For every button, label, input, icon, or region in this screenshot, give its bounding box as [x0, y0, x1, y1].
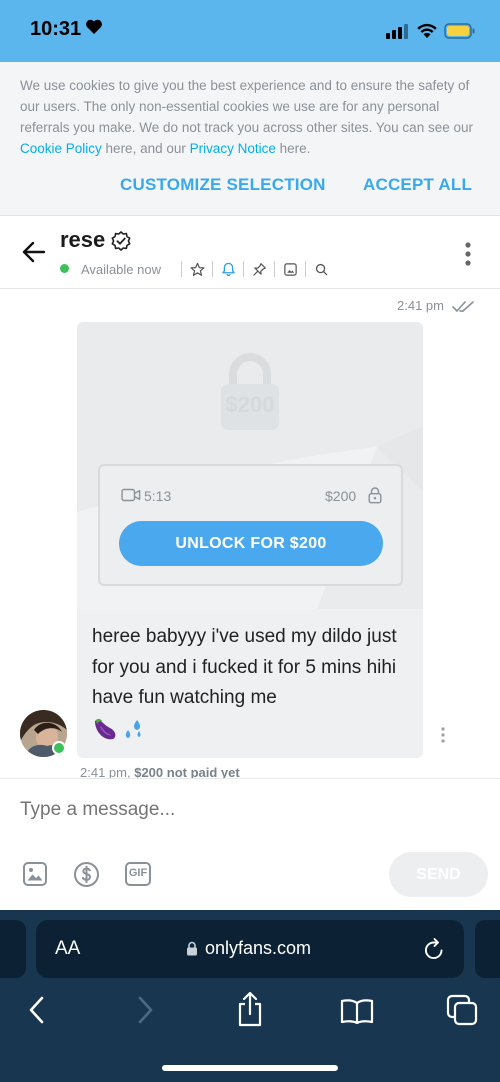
- locked-content-box: 5:13 $200 UNLOCK FOR $200: [98, 464, 403, 586]
- wifi-icon: [417, 23, 437, 38]
- secure-lock-icon: [187, 941, 197, 956]
- message-emojis: [92, 716, 146, 742]
- privacy-notice-link[interactable]: Privacy Notice: [190, 141, 276, 156]
- eggplant-emoji-icon: [95, 718, 116, 740]
- star-icon[interactable]: [187, 259, 207, 279]
- footer-time: 2:41 pm,: [80, 765, 131, 778]
- dollar-tip-icon[interactable]: [73, 861, 100, 888]
- status-time: 10:31: [30, 18, 82, 40]
- tabs-icon[interactable]: [446, 994, 478, 1026]
- send-button[interactable]: SEND: [389, 852, 488, 897]
- forward-nav-icon[interactable]: [136, 995, 154, 1025]
- separator: [274, 261, 275, 277]
- separator: [212, 261, 213, 277]
- unlock-button[interactable]: UNLOCK FOR $200: [119, 521, 383, 566]
- reader-settings-button[interactable]: AA: [55, 938, 80, 960]
- bookmarks-icon[interactable]: [340, 998, 374, 1024]
- separator: [181, 261, 182, 277]
- image-icon[interactable]: [280, 259, 300, 279]
- reload-icon[interactable]: [423, 937, 445, 961]
- url-text[interactable]: onlyfans.com: [205, 938, 311, 959]
- search-icon[interactable]: [311, 259, 331, 279]
- next-tab[interactable]: [475, 920, 500, 978]
- back-arrow-icon[interactable]: [22, 241, 46, 263]
- online-indicator: [60, 264, 69, 273]
- signal-icon: [386, 24, 408, 39]
- message-footer: 2:41 pm, $200 not paid yet: [80, 765, 240, 778]
- cookie-text-start: We use cookies to give you the best expe…: [20, 78, 473, 135]
- locked-media: $200 5:13 $200 UNLOCK FOR $200: [77, 322, 423, 609]
- message-bubble: $200 5:13 $200 UNLOCK FOR $200 heree bab…: [77, 322, 423, 758]
- share-icon[interactable]: [236, 990, 264, 1028]
- cookie-text-end: here.: [275, 141, 311, 156]
- video-duration: 5:13: [144, 488, 172, 504]
- message-input[interactable]: [20, 799, 380, 821]
- gif-icon[interactable]: GIF: [124, 861, 152, 887]
- payment-status: $200 not paid yet: [134, 765, 240, 778]
- add-image-icon[interactable]: [22, 861, 48, 887]
- message-text: heree babyyy i've used my dildo just for…: [92, 626, 397, 708]
- avatar-online-indicator: [52, 741, 66, 755]
- separator: [305, 261, 306, 277]
- small-lock-icon: [368, 487, 382, 504]
- cookie-text-middle: here, and our: [101, 141, 190, 156]
- gif-label: GIF: [128, 867, 148, 879]
- header-actions: [176, 259, 331, 279]
- previous-tab[interactable]: [0, 920, 26, 978]
- customize-selection-button[interactable]: CUSTOMIZE SELECTION: [120, 175, 326, 195]
- message-options-icon[interactable]: [440, 727, 446, 743]
- locked-price-label: $200: [225, 392, 275, 417]
- cookie-policy-link[interactable]: Cookie Policy: [20, 141, 102, 156]
- message-time: 2:41 pm: [397, 298, 444, 313]
- sweat-droplets-emoji-icon: [125, 720, 141, 738]
- separator: [243, 261, 244, 277]
- cookie-banner: We use cookies to give you the best expe…: [0, 62, 500, 216]
- chat-header: rese Available now: [0, 217, 500, 289]
- verified-icon: [111, 231, 131, 251]
- pin-icon[interactable]: [249, 259, 269, 279]
- message-composer: GIF SEND: [0, 778, 500, 910]
- cookie-text: We use cookies to give you the best expe…: [20, 75, 480, 159]
- media-price: $200: [325, 488, 357, 504]
- heart-icon: [86, 19, 102, 34]
- video-icon: [121, 488, 141, 502]
- back-nav-icon[interactable]: [28, 995, 46, 1025]
- home-indicator: [162, 1065, 338, 1071]
- address-bar[interactable]: AA onlyfans.com: [36, 920, 464, 978]
- chat-user-name[interactable]: rese: [60, 227, 105, 253]
- more-vertical-icon[interactable]: [464, 241, 472, 267]
- availability-status: Available now: [81, 262, 161, 277]
- bell-icon[interactable]: [218, 259, 238, 279]
- read-checkmarks-icon: [452, 301, 474, 312]
- battery-icon: [444, 23, 475, 39]
- accept-all-button[interactable]: ACCEPT ALL: [363, 175, 472, 195]
- browser-toolbar: AA onlyfans.com: [0, 910, 500, 1082]
- status-bar: 10:31: [0, 0, 500, 62]
